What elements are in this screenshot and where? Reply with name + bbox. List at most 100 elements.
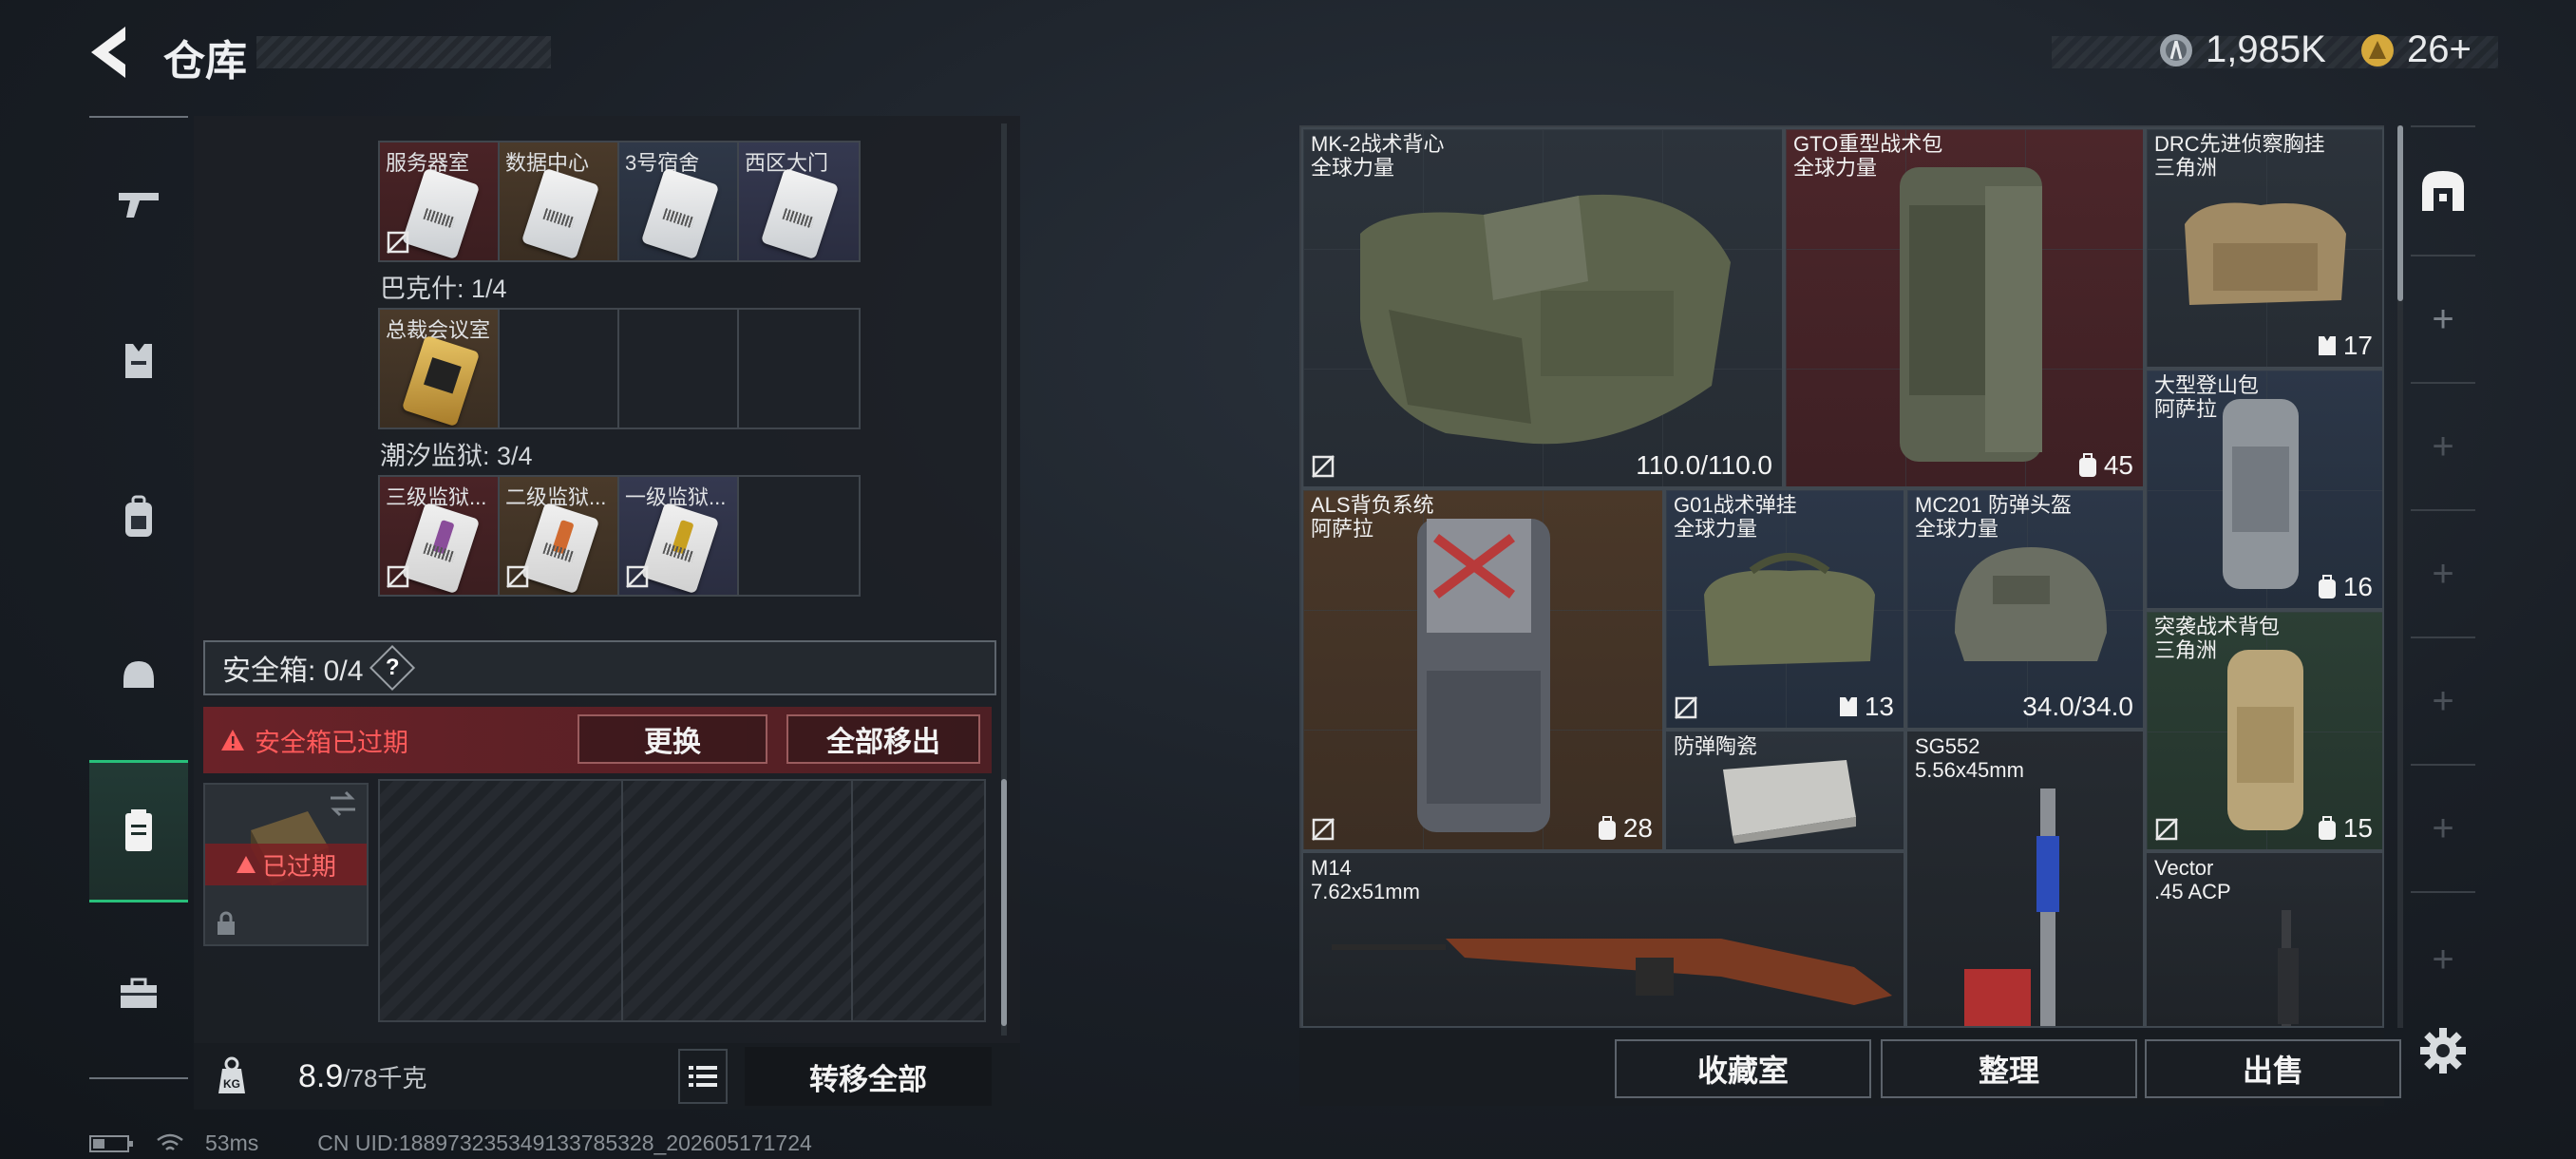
grid-line (621, 781, 623, 1020)
tab-warehouse-1[interactable] (2411, 127, 2475, 256)
help-button[interactable]: ? (369, 644, 416, 692)
key-slot[interactable]: 数据中心 (500, 142, 619, 260)
tab-locked-slot[interactable]: + (2411, 636, 2475, 766)
chest-rig-image (2185, 202, 2346, 305)
tab-add-warehouse[interactable]: + (2411, 255, 2475, 384)
capacity-value: 17 (2342, 331, 2373, 360)
key-card-icon (401, 167, 481, 260)
nav-vests[interactable] (89, 290, 188, 432)
key-card-icon (401, 502, 481, 595)
item-subtitle: 全球力量 (1674, 516, 1758, 541)
safe-box-header: 安全箱: 0/4 ? (203, 640, 996, 695)
safe-box-item-slot[interactable]: 已过期 (203, 783, 369, 946)
tab-locked-slot[interactable]: + (2411, 891, 2475, 1028)
key-card-icon (760, 167, 840, 260)
swap-icon (331, 790, 355, 817)
currency-silver[interactable]: 1,985K (2158, 28, 2326, 71)
nav-backpacks[interactable] (89, 446, 188, 589)
item-vector[interactable]: Vector .45 ACP (2145, 851, 2384, 1028)
item-sg552[interactable]: SG552 5.56x45mm (1905, 730, 2145, 1028)
item-als-carry-system[interactable]: ALS背负系统 阿萨拉 28 (1301, 488, 1664, 851)
tab-locked-slot[interactable]: + (2411, 509, 2475, 638)
warehouse-icon (2422, 171, 2464, 211)
item-raid-backpack[interactable]: 突袭战术背包 三角洲 15 (2145, 610, 2384, 851)
item-subtitle: 全球力量 (1793, 155, 1878, 180)
key-slot[interactable]: 3号宿舍 (619, 142, 739, 260)
vest-small-icon (1839, 697, 1857, 716)
item-g01-tactical-rig[interactable]: G01战术弹挂 全球力量 13 (1664, 488, 1905, 730)
item-mk2-vest[interactable]: MK-2战术背心 全球力量 110.0/110.0 (1301, 127, 1784, 488)
item-subtitle: 全球力量 (1311, 155, 1395, 180)
lock-icon (218, 911, 235, 935)
sell-button[interactable]: 出售 (2145, 1039, 2401, 1098)
key-slot[interactable]: 西区大门 (739, 142, 859, 260)
empty-slot[interactable] (619, 310, 739, 428)
rig-image (1704, 553, 1875, 666)
key-slot[interactable]: 服务器室 (380, 142, 500, 260)
key-slot[interactable]: 一级监狱... (619, 477, 739, 595)
list-view-button[interactable] (678, 1049, 728, 1104)
helmet-image (1955, 547, 2107, 661)
back-arrow-icon[interactable] (84, 21, 141, 84)
plus-icon: + (2432, 938, 2454, 980)
vest-icon (125, 344, 152, 378)
capacity: 16 (2317, 572, 2373, 602)
list-icon (689, 1066, 717, 1087)
collection-room-button[interactable]: 收藏室 (1615, 1039, 1871, 1098)
no-entry-icon (2155, 818, 2178, 841)
left-scrollbar[interactable] (1001, 779, 1007, 1026)
nav-helmets[interactable] (89, 603, 188, 746)
empty-slot[interactable] (739, 477, 859, 595)
capacity-value: 13 (1864, 692, 1894, 721)
nav-medical[interactable] (89, 922, 188, 1064)
key-slot[interactable]: 二级监狱... (500, 477, 619, 595)
tab-locked-slot[interactable]: + (2411, 764, 2475, 893)
item-title: 大型登山包 (2154, 373, 2260, 397)
nav-weapons[interactable] (89, 133, 188, 276)
item-title: Vector (2154, 856, 2214, 880)
nav-divider-bottom (89, 1077, 188, 1079)
currency-gold[interactable]: 26+ (2359, 28, 2472, 71)
nav-safe-box[interactable] (89, 760, 188, 902)
uid-text: CN UID:18897323534913378532​8_2026051717… (317, 1130, 812, 1155)
item-drc-chest-rig[interactable]: DRC先进侦察胸挂 三角洲 17 (2145, 127, 2384, 369)
item-subtitle: 三角洲 (2154, 155, 2218, 180)
move-all-out-button[interactable]: 全部移出 (786, 714, 980, 764)
safe-box-grid[interactable] (378, 779, 986, 1022)
tab-locked-slot[interactable]: + (2411, 382, 2475, 511)
key-group-row-1: 服务器室 数据中心 3号宿舍 西区大门 (378, 141, 861, 262)
backpack-small-icon (1598, 816, 1616, 840)
item-ceramic-plate[interactable]: 防弹陶瓷 (1664, 730, 1905, 851)
empty-slot[interactable] (500, 310, 619, 428)
group-title-prison: 潮汐监狱: 3/4 (380, 442, 533, 470)
item-name: MC201 防弹头盔 全球力量 (1915, 493, 2072, 541)
plus-icon: + (2432, 425, 2454, 467)
empty-slot[interactable] (739, 310, 859, 428)
toolbox-icon (121, 978, 157, 1008)
no-entry-icon (387, 231, 409, 254)
safe-box-icon (125, 809, 152, 851)
sort-button[interactable]: 整理 (1881, 1039, 2137, 1098)
item-name: Vector .45 ACP (2154, 856, 2231, 903)
backpack-small-icon (2078, 453, 2096, 477)
vest-image (1360, 194, 1731, 445)
settings-gear-icon[interactable] (2418, 1026, 2468, 1075)
capacity: 15 (2317, 813, 2373, 844)
right-scrollbar[interactable] (2397, 125, 2403, 301)
plus-icon: + (2432, 679, 2454, 722)
item-large-mountain-pack[interactable]: 大型登山包 阿萨拉 16 (2145, 369, 2384, 610)
wifi-icon (157, 1133, 183, 1150)
key-slot[interactable]: 总裁会议室 (380, 310, 500, 428)
gun-icon (119, 193, 159, 218)
key-slot[interactable]: 三级监狱... (380, 477, 500, 595)
warehouse-actions: 收藏室 整理 出售 (1299, 1030, 2401, 1106)
replace-button[interactable]: 更换 (578, 714, 767, 764)
transfer-all-button[interactable]: 转移全部 (745, 1047, 992, 1106)
item-mc201-helmet[interactable]: MC201 防弹头盔 全球力量 34.0/34.0 (1905, 488, 2145, 730)
item-m14[interactable]: M14 7.62x51mm (1301, 851, 1905, 1028)
key-card-icon (640, 502, 720, 595)
helmet-icon (123, 661, 154, 688)
armor-plate-image (1723, 760, 1856, 844)
item-gto-backpack[interactable]: GTO重型战术包 全球力量 45 (1784, 127, 2145, 488)
backpack-image (2227, 650, 2303, 830)
